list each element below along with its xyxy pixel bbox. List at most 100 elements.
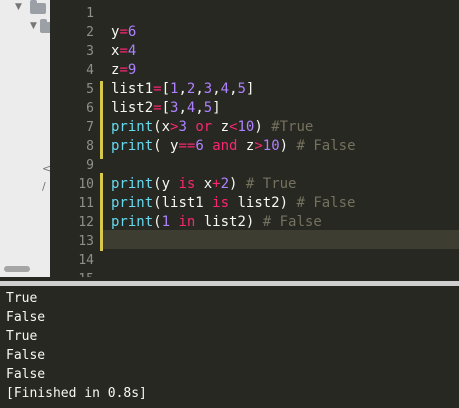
code-line[interactable]: print(y is x+2) # True bbox=[111, 175, 296, 194]
chevron-left-icon[interactable]: < bbox=[42, 162, 50, 175]
sidebar-folder-row[interactable]: ▼ bbox=[0, 19, 50, 35]
code-token: 5 bbox=[237, 81, 246, 97]
code-token: + bbox=[212, 176, 221, 192]
code-token: and bbox=[212, 138, 238, 154]
code-token: = bbox=[119, 62, 128, 78]
code-line[interactable]: z=9 bbox=[111, 61, 136, 80]
code-token: print bbox=[111, 195, 154, 211]
code-token: is bbox=[178, 176, 196, 192]
line-number: 10 bbox=[78, 177, 94, 192]
code-token: list1 bbox=[111, 81, 154, 97]
code-line[interactable]: print(list1 is list2) # False bbox=[111, 194, 355, 213]
current-line-highlight bbox=[50, 230, 459, 249]
code-token: = bbox=[153, 100, 162, 116]
code-token: [ bbox=[161, 100, 171, 116]
output-line: True bbox=[6, 329, 38, 344]
chevron-down-icon[interactable]: ▼ bbox=[30, 21, 37, 31]
code-token: 4 bbox=[220, 81, 230, 97]
output-line: False bbox=[6, 310, 46, 325]
line-number: 4 bbox=[86, 63, 94, 78]
code-token: ] bbox=[212, 100, 221, 116]
code-token: list2) bbox=[229, 195, 297, 211]
folder-icon bbox=[30, 0, 46, 14]
code-token: print bbox=[111, 176, 154, 192]
line-number: 14 bbox=[78, 253, 94, 268]
code-line[interactable]: print( y==6 and z>10) # False bbox=[111, 137, 356, 156]
code-token: x bbox=[195, 176, 213, 192]
line-number-gutter: 123456789101112131415 bbox=[50, 0, 100, 277]
code-token: 5 bbox=[203, 100, 213, 116]
code-token: ( bbox=[153, 214, 162, 230]
code-line[interactable]: x=4 bbox=[111, 42, 136, 61]
code-token: in bbox=[178, 214, 196, 230]
output-line: False bbox=[6, 367, 46, 382]
sidebar-scrollbar[interactable] bbox=[4, 266, 30, 272]
code-token: , bbox=[178, 81, 187, 97]
code-token: ) bbox=[279, 138, 297, 154]
code-token: # False bbox=[296, 138, 356, 154]
code-token: 6 bbox=[127, 24, 137, 40]
code-token: 10 bbox=[237, 119, 255, 135]
line-number: 7 bbox=[86, 120, 94, 135]
code-token: (y bbox=[153, 176, 179, 192]
code-token: is bbox=[212, 195, 230, 211]
line-number: 8 bbox=[86, 139, 94, 154]
code-token: # False bbox=[296, 195, 356, 211]
line-number: 15 bbox=[50, 270, 94, 277]
slash-icon: / bbox=[42, 180, 46, 193]
code-token: , bbox=[229, 81, 238, 97]
line-number: 11 bbox=[78, 196, 94, 211]
code-line[interactable]: print(x>3 or z<10) #True bbox=[111, 118, 313, 137]
line-number: 6 bbox=[86, 101, 94, 116]
code-token: print bbox=[111, 214, 154, 230]
code-token: (x bbox=[153, 119, 171, 135]
code-token: ] bbox=[245, 81, 255, 97]
code-token: ) bbox=[229, 176, 246, 192]
code-token: list2 bbox=[111, 100, 154, 116]
code-token: #True bbox=[271, 119, 314, 135]
output-line: False bbox=[6, 348, 46, 363]
code-token: 6 bbox=[195, 138, 204, 154]
code-token: z bbox=[212, 119, 230, 135]
code-token: , bbox=[195, 81, 204, 97]
code-token: [ bbox=[161, 81, 171, 97]
code-token: ( y bbox=[153, 138, 179, 154]
code-token: 4 bbox=[127, 43, 137, 59]
code-token: ) bbox=[254, 119, 272, 135]
line-number: 5 bbox=[86, 82, 94, 97]
code-token: = bbox=[119, 24, 128, 40]
code-token: 9 bbox=[127, 62, 137, 78]
code-token: = bbox=[119, 43, 128, 59]
code-token: 1 bbox=[161, 214, 171, 230]
code-line[interactable]: list1=[1,2,3,4,5] bbox=[111, 80, 254, 99]
line-number: 2 bbox=[86, 25, 94, 40]
code-token: or bbox=[195, 119, 213, 135]
code-token: == bbox=[178, 138, 196, 154]
code-token: # False bbox=[262, 214, 322, 230]
code-token: 3 bbox=[203, 81, 213, 97]
code-token: > bbox=[254, 138, 263, 154]
code-line[interactable]: print(1 in list2) # False bbox=[111, 213, 322, 232]
code-token: list2) bbox=[195, 214, 263, 230]
code-token: , bbox=[212, 81, 221, 97]
sidebar-folder-row[interactable]: ▼ bbox=[0, 0, 50, 16]
code-editor[interactable]: 123456789101112131415 y=6x=4z=9list1=[1,… bbox=[50, 0, 459, 277]
folder-icon bbox=[40, 19, 50, 33]
modified-lines-marker bbox=[100, 173, 103, 251]
code-token: print bbox=[111, 119, 154, 135]
code-token: z bbox=[237, 138, 255, 154]
output-panel: True False True False False [Finished in 0.8s… bbox=[0, 281, 459, 408]
line-number: 3 bbox=[86, 44, 94, 59]
chevron-down-icon[interactable]: ▼ bbox=[15, 2, 22, 12]
code-token: print bbox=[111, 138, 154, 154]
sublime-window: ▼ ▼ < / 123456789101112131415 y=6x=4z=9l… bbox=[0, 0, 459, 408]
code-line[interactable]: y=6 bbox=[111, 23, 136, 42]
code-line[interactable]: list2=[3,4,5] bbox=[111, 99, 221, 118]
output-line: [Finished in 0.8s] bbox=[6, 386, 147, 401]
output-line: True bbox=[6, 291, 38, 306]
code-token: 10 bbox=[262, 138, 280, 154]
code-token: , bbox=[178, 100, 187, 116]
file-sidebar: ▼ ▼ < / bbox=[0, 0, 50, 277]
code-token: # True bbox=[245, 176, 297, 192]
